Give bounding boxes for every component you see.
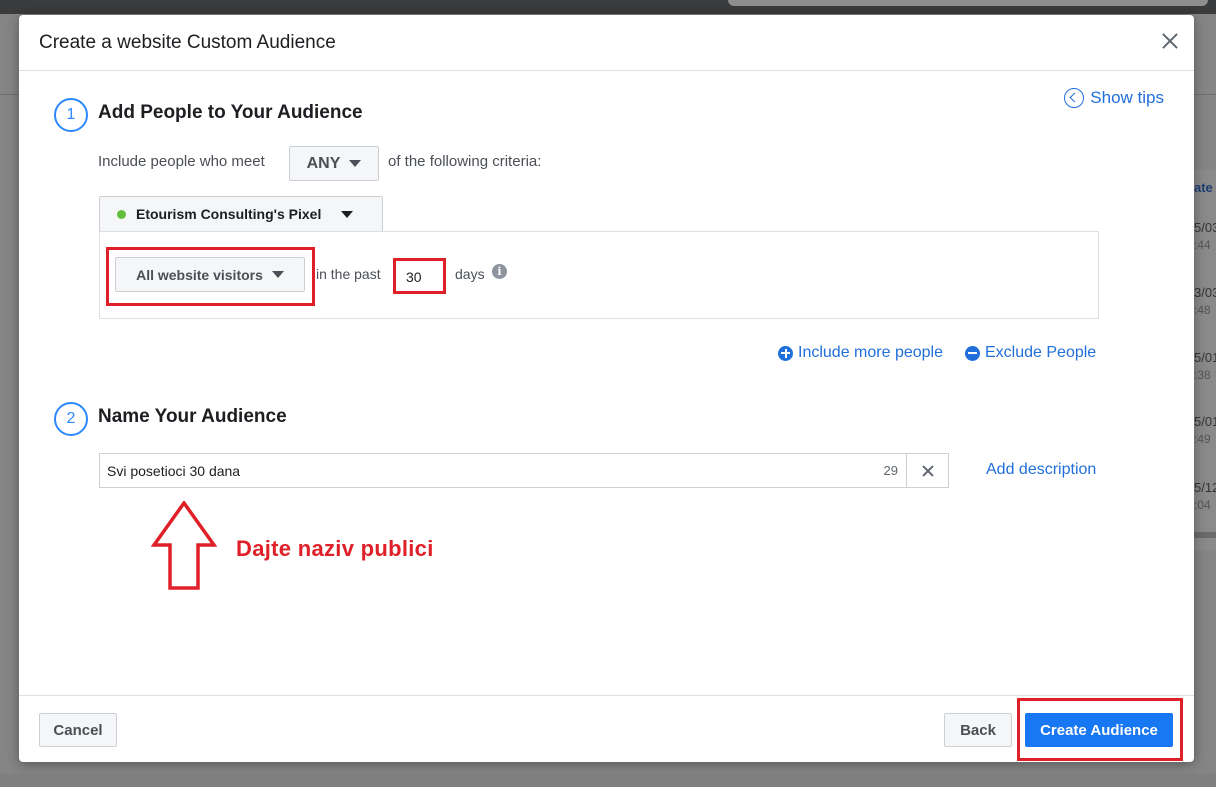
minus-circle-icon (965, 345, 980, 361)
dialog-footer: Cancel Back Create Audience (19, 695, 1194, 762)
annotation-text: Dajte naziv publici (236, 536, 434, 561)
background-cell: 5/01:49 (1194, 414, 1216, 446)
annotation-up-arrow-icon (151, 501, 217, 590)
exclude-label: Exclude People (985, 344, 1097, 361)
dialog-header: Create a website Custom Audience (19, 15, 1194, 71)
background-scrollbar (1194, 532, 1216, 538)
custom-audience-dialog: Create a website Custom Audience Show ti… (19, 15, 1194, 762)
match-type-dropdown[interactable]: ANY (289, 146, 379, 181)
criteria-prefix: Include people who meet (98, 153, 265, 170)
in-the-past-label: in the past (316, 266, 381, 282)
criteria-suffix: of the following criteria: (388, 153, 542, 170)
background-column-header: ate (1194, 180, 1213, 195)
cancel-button[interactable]: Cancel (39, 713, 117, 747)
chevron-left-circle-icon (1064, 88, 1085, 108)
audience-name-input[interactable] (100, 454, 884, 487)
exclude-people-link[interactable]: Exclude People (965, 344, 1096, 362)
highlight-box-visitors (106, 247, 315, 306)
info-icon[interactable]: i (492, 264, 507, 279)
top-search-bar (728, 0, 1208, 6)
step-1-title: Add People to Your Audience (98, 102, 363, 123)
include-more-label: Include more people (798, 344, 943, 361)
background-table-column: ate 5/03:44 3/03:48 5/01:38 5/01:49 5/12… (1194, 170, 1216, 550)
step-2-badge: 2 (54, 402, 88, 436)
days-label: days (455, 266, 485, 282)
background-cell: 5/12:04 (1194, 480, 1216, 512)
status-dot-icon (117, 209, 126, 219)
close-icon[interactable] (1158, 29, 1182, 53)
step-1-badge: 1 (54, 98, 88, 132)
highlight-box-create (1017, 698, 1183, 761)
highlight-box-days (393, 258, 446, 294)
step-2-title: Name Your Audience (98, 406, 287, 427)
caret-down-icon (349, 160, 362, 167)
pixel-dropdown[interactable]: Etourism Consulting's Pixel (99, 196, 383, 232)
background-cell: 5/03:44 (1194, 220, 1216, 252)
audience-name-field: 29 (99, 453, 949, 488)
background-cell: 5/01:38 (1194, 350, 1216, 382)
clear-icon[interactable] (906, 454, 948, 487)
back-button[interactable]: Back (944, 713, 1012, 747)
background-cell: 3/03:48 (1194, 285, 1216, 317)
dialog-title: Create a website Custom Audience (39, 32, 336, 53)
caret-down-icon (341, 210, 354, 218)
add-description-link[interactable]: Add description (986, 461, 1096, 479)
include-more-people-link[interactable]: Include more people (778, 344, 943, 362)
char-count: 29 (883, 463, 898, 478)
pixel-name: Etourism Consulting's Pixel (136, 206, 322, 222)
match-type-value: ANY (306, 154, 341, 172)
plus-circle-icon (778, 345, 793, 361)
show-tips-label: Show tips (1090, 88, 1164, 107)
browser-top-bar (0, 0, 1216, 14)
show-tips-link[interactable]: Show tips (1064, 88, 1164, 108)
